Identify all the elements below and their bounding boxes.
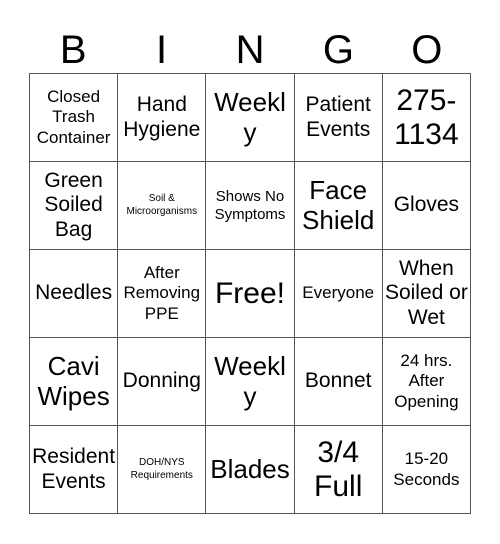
bingo-cell-label: Blades [210,453,290,484]
bingo-cell-label: Donning [122,369,201,393]
bingo-cell[interactable]: Cavi Wipes [30,338,119,426]
bingo-cell[interactable]: Gloves [382,162,471,250]
bingo-card: B I N G O Closed Trash Container Hand Hy… [0,0,500,544]
bingo-cell[interactable]: When Soiled or Wet [382,250,471,338]
bingo-cell-free[interactable]: Free! [206,250,295,338]
bingo-cell-label: After Removing PPE [123,263,201,323]
bingo-cell-label: Cavi Wipes [37,351,110,411]
bingo-cell-label: When Soiled or Wet [384,257,468,329]
bingo-cell-label: Green Soiled Bag [44,169,103,241]
bingo-cell-label: 3/4 Full [314,435,363,503]
bingo-header-letter: I [156,28,168,72]
bingo-cell-label: 15-20 Seconds [393,449,460,489]
bingo-cell-label: Needles [35,281,113,305]
bingo-cell-label: Bonnet [304,369,372,393]
bingo-cell[interactable]: Needles [30,250,119,338]
bingo-cell[interactable]: DOH/NYS Requirements [118,426,207,514]
bingo-header: B I N G O [29,18,471,70]
bingo-cell-label: Hand Hygiene [123,93,201,141]
bingo-cell[interactable]: Hand Hygiene [118,74,207,162]
bingo-cell-label: Gloves [393,193,460,217]
bingo-header-letter: O [411,28,443,72]
bingo-header-cell-g: G [294,18,382,70]
bingo-grid: Closed Trash Container Hand Hygiene Week… [29,73,471,514]
bingo-cell-label: Soil & Microorganisms [126,193,198,217]
bingo-header-cell-n: N [206,18,294,70]
bingo-cell[interactable]: Closed Trash Container [30,74,119,162]
bingo-cell[interactable]: Green Soiled Bag [30,162,119,250]
bingo-cell-label: Everyone [302,283,375,303]
bingo-cell-label: Weekly [214,87,286,147]
bingo-header-letter: B [59,28,87,72]
bingo-header-letter: G [322,28,354,72]
bingo-header-cell-i: I [117,18,205,70]
bingo-header-cell-o: O [383,18,471,70]
bingo-cell-label: DOH/NYS Requirements [130,457,193,481]
bingo-cell[interactable]: 3/4 Full [294,426,383,514]
bingo-header-cell-b: B [29,18,117,70]
bingo-cell-label: Free! [214,276,285,310]
bingo-cell[interactable]: Everyone [294,250,383,338]
bingo-header-letter: N [235,28,265,72]
bingo-cell[interactable]: Bonnet [294,338,383,426]
bingo-cell[interactable]: Weekly [206,338,295,426]
bingo-cell-label: 275-1134 [394,83,459,151]
bingo-cell[interactable]: Soil & Microorganisms [118,162,207,250]
bingo-cell[interactable]: Resident Events [30,426,119,514]
bingo-cell[interactable]: 275-1134 [382,74,471,162]
bingo-cell[interactable]: Blades [206,426,295,514]
bingo-cell[interactable]: 24 hrs. After Opening [382,338,471,426]
bingo-cell-label: Closed Trash Container [36,87,111,147]
bingo-cell[interactable]: Weekly [206,74,295,162]
bingo-cell[interactable]: Donning [118,338,207,426]
bingo-cell[interactable]: Shows No Symptoms [206,162,295,250]
bingo-cell-label: Resident Events [32,445,116,493]
bingo-cell-label: Weekly [214,351,286,411]
bingo-cell-label: Patient Events [305,93,371,141]
bingo-cell[interactable]: 15-20 Seconds [382,426,471,514]
bingo-cell-label: Face Shield [302,175,375,235]
bingo-cell-label: Shows No Symptoms [214,187,286,223]
bingo-cell-label: 24 hrs. After Opening [394,351,459,411]
bingo-cell[interactable]: After Removing PPE [118,250,207,338]
bingo-cell[interactable]: Patient Events [294,74,383,162]
bingo-cell[interactable]: Face Shield [294,162,383,250]
